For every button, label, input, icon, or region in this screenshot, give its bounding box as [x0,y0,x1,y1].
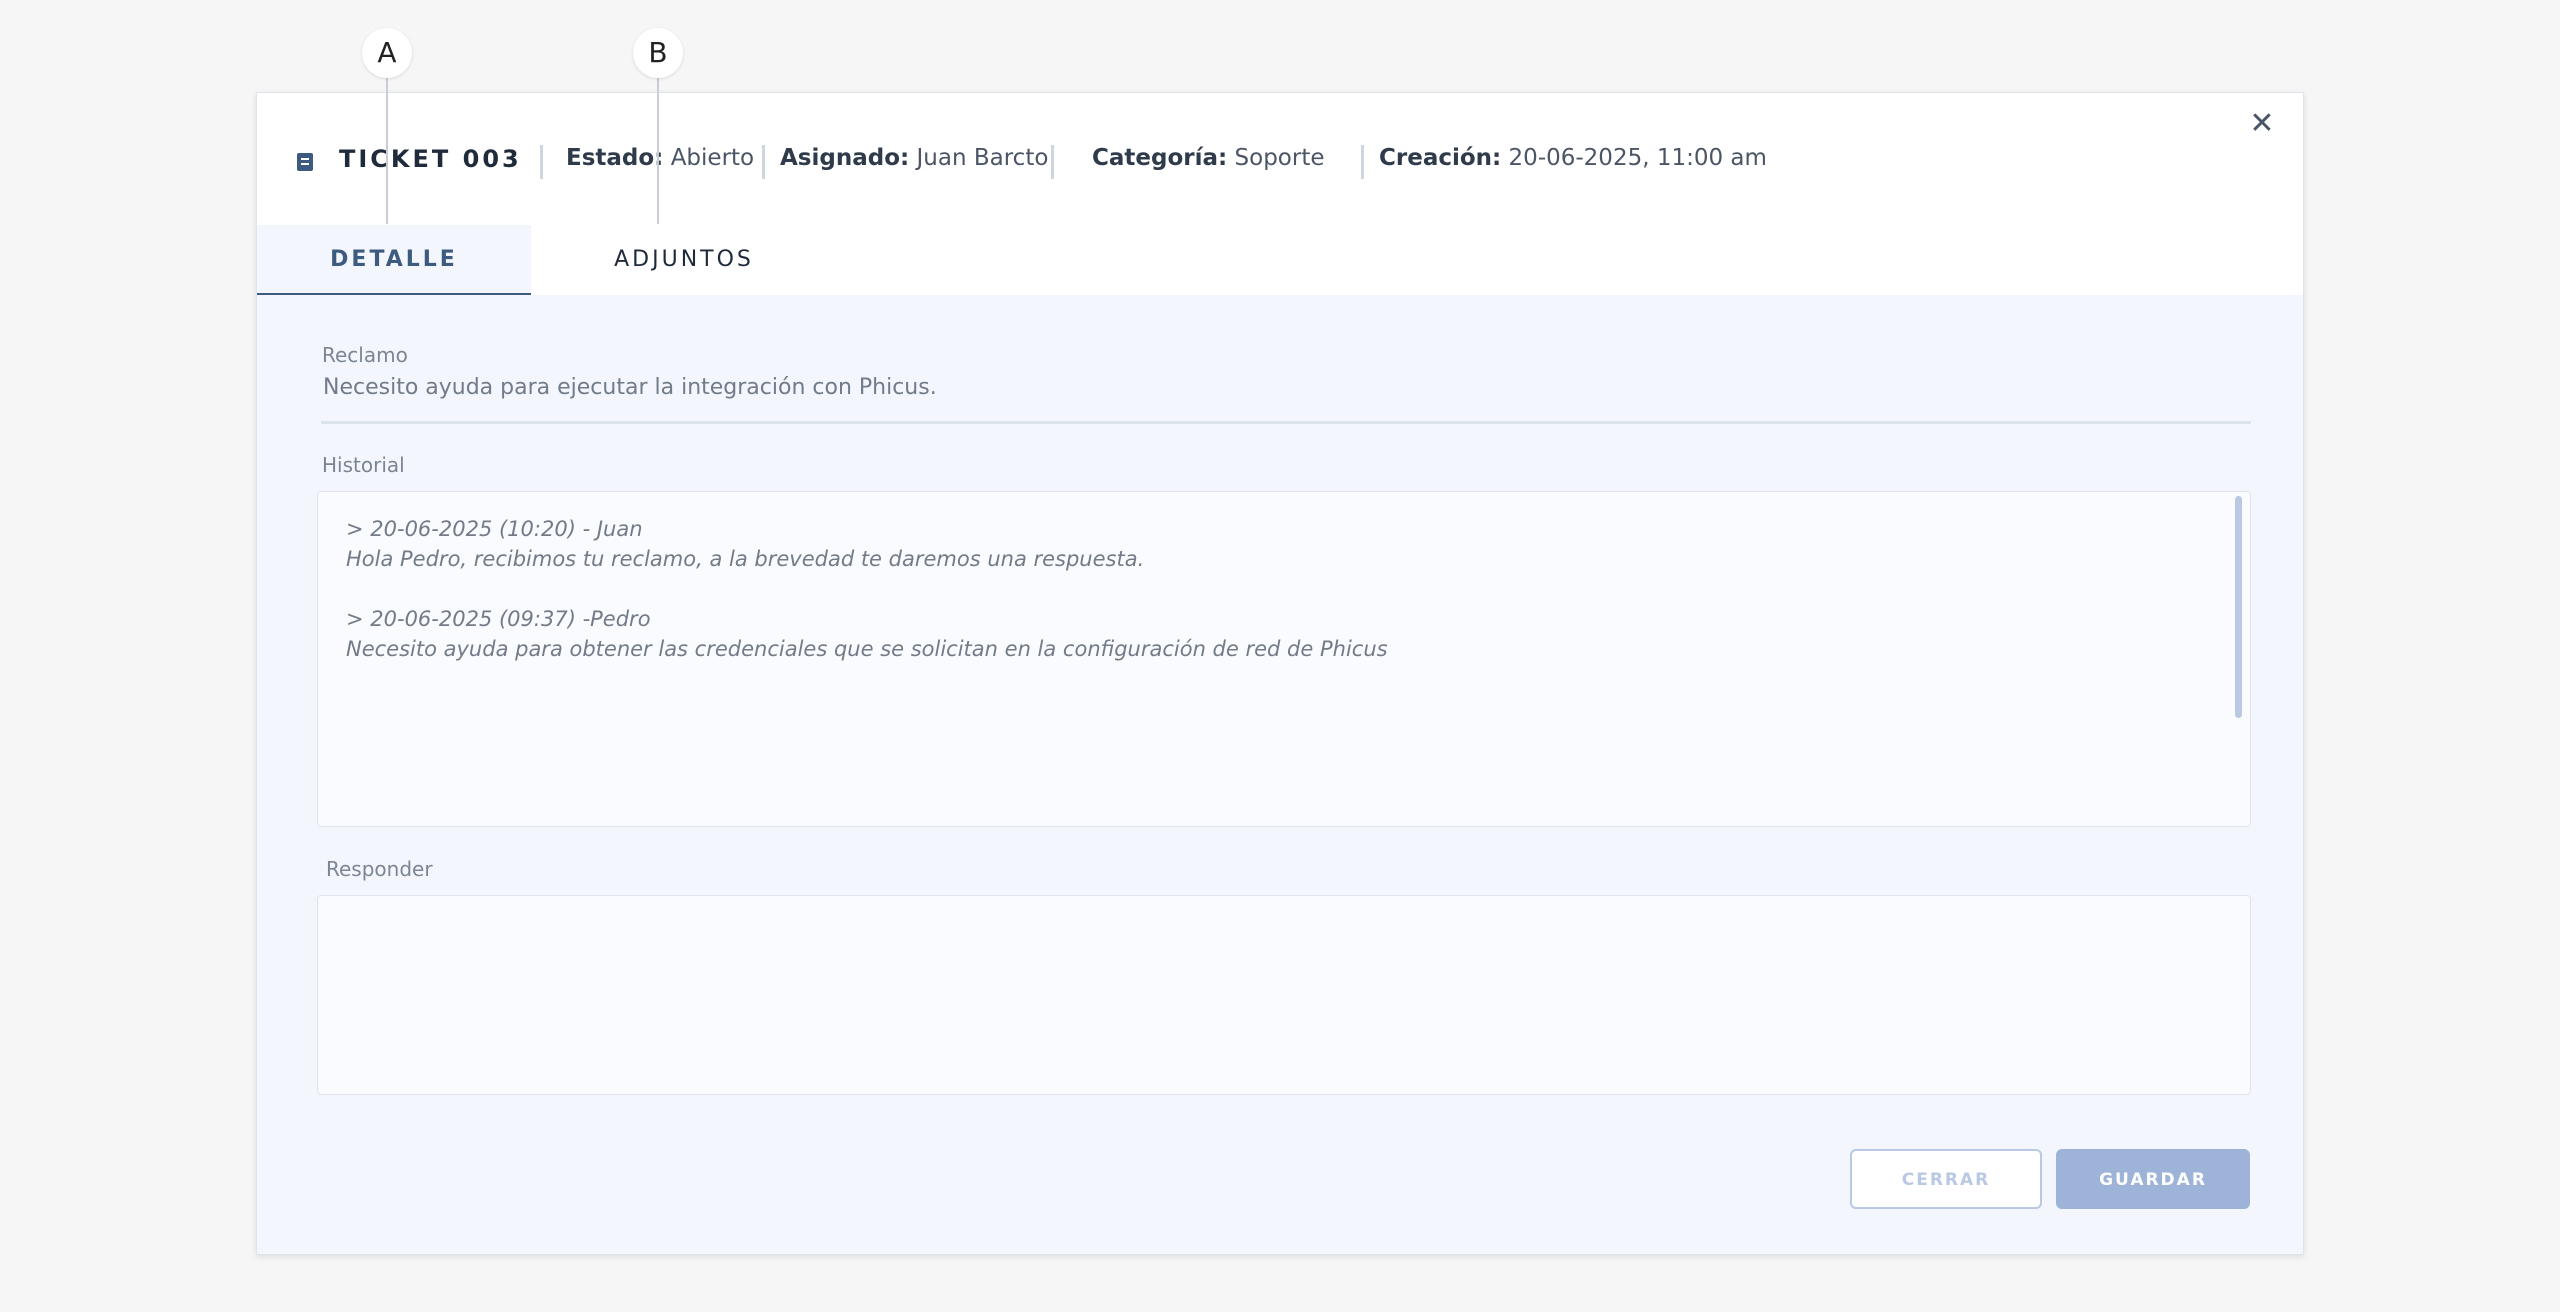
reclamo-label: Reclamo [322,343,408,367]
tab-adjuntos[interactable]: ADJUNTOS [531,225,837,295]
meta-estado: Estado: Abierto [566,145,754,171]
asignado-label: Asignado: [780,145,910,171]
estado-value: Abierto [670,145,755,171]
guardar-button[interactable]: GUARDAR [2056,1149,2250,1209]
historial-entry: > 20-06-2025 (10:20) - Juan Hola Pedro, … [346,514,2222,574]
historial-box[interactable]: > 20-06-2025 (10:20) - Juan Hola Pedro, … [317,491,2251,827]
creacion-value: 20-06-2025, 11:00 am [1508,145,1767,171]
cerrar-button[interactable]: CERRAR [1850,1149,2042,1209]
categoria-value: Soporte [1234,145,1325,171]
responder-label: Responder [326,857,433,881]
historial-entry-text: Hola Pedro, recibimos tu reclamo, a la b… [346,547,1145,571]
responder-input[interactable] [317,895,2251,1095]
ticket-header: TICKET 003 Estado: Abierto Asignado: Jua… [257,93,2303,225]
historial-scrollbar[interactable] [2235,496,2242,718]
meta-categoria: Categoría: Soporte [1092,145,1325,171]
meta-divider [540,145,543,179]
detail-panel: Reclamo Necesito ayuda para ejecutar la … [257,295,2303,1254]
callout-b: B [633,28,683,78]
meta-creacion: Creación: 20-06-2025, 11:00 am [1379,145,1767,171]
meta-divider [1361,145,1364,179]
creacion-label: Creación: [1379,145,1502,171]
estado-label: Estado: [566,145,664,171]
callout-a-line [386,78,388,224]
meta-asignado: Asignado: Juan Barcto [780,145,1048,171]
callout-b-line [657,78,659,224]
meta-divider [762,145,765,179]
reclamo-divider [321,421,2251,424]
historial-entry-text: Necesito ayuda para obtener las credenci… [346,637,1388,661]
historial-entry-header: > 20-06-2025 (10:20) - Juan [346,517,643,541]
categoria-label: Categoría: [1092,145,1228,171]
callout-a: A [362,28,412,78]
document-icon [297,153,313,171]
meta-divider [1051,145,1054,179]
historial-entry-header: > 20-06-2025 (09:37) -Pedro [346,607,651,631]
tab-bar: DETALLE ADJUNTOS [257,225,2303,295]
ticket-modal: TICKET 003 Estado: Abierto Asignado: Jua… [256,92,2304,1255]
asignado-value: Juan Barcto [916,145,1049,171]
historial-label: Historial [322,453,405,477]
tab-detalle[interactable]: DETALLE [257,225,531,295]
reclamo-value: Necesito ayuda para ejecutar la integrac… [323,375,937,400]
close-icon[interactable]: ✕ [2245,107,2279,141]
ticket-title: TICKET 003 [339,145,522,173]
historial-entry: > 20-06-2025 (09:37) -Pedro Necesito ayu… [346,604,2222,664]
